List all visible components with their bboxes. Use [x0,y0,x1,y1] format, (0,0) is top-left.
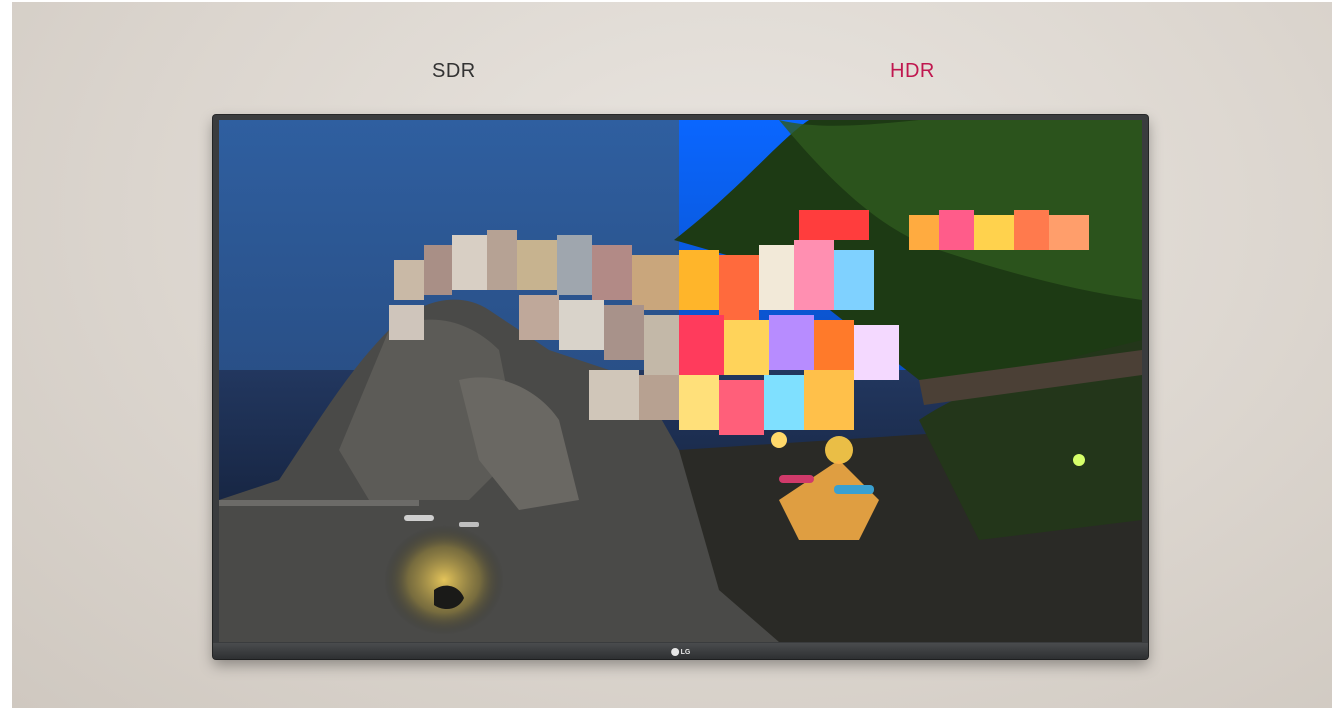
hdr-label: HDR [890,60,935,82]
sdr-label: SDR [432,60,476,82]
lg-logo-icon [670,648,679,656]
coastal-village-image [219,120,1142,642]
background-wall: SDR HDR LG [12,2,1332,708]
tv-frame: LG [213,115,1148,659]
lg-logo-text: LG [680,648,691,656]
tv-bezel: LG [213,643,1148,659]
lg-logo: LG [670,648,691,656]
tv-screen [219,120,1142,642]
